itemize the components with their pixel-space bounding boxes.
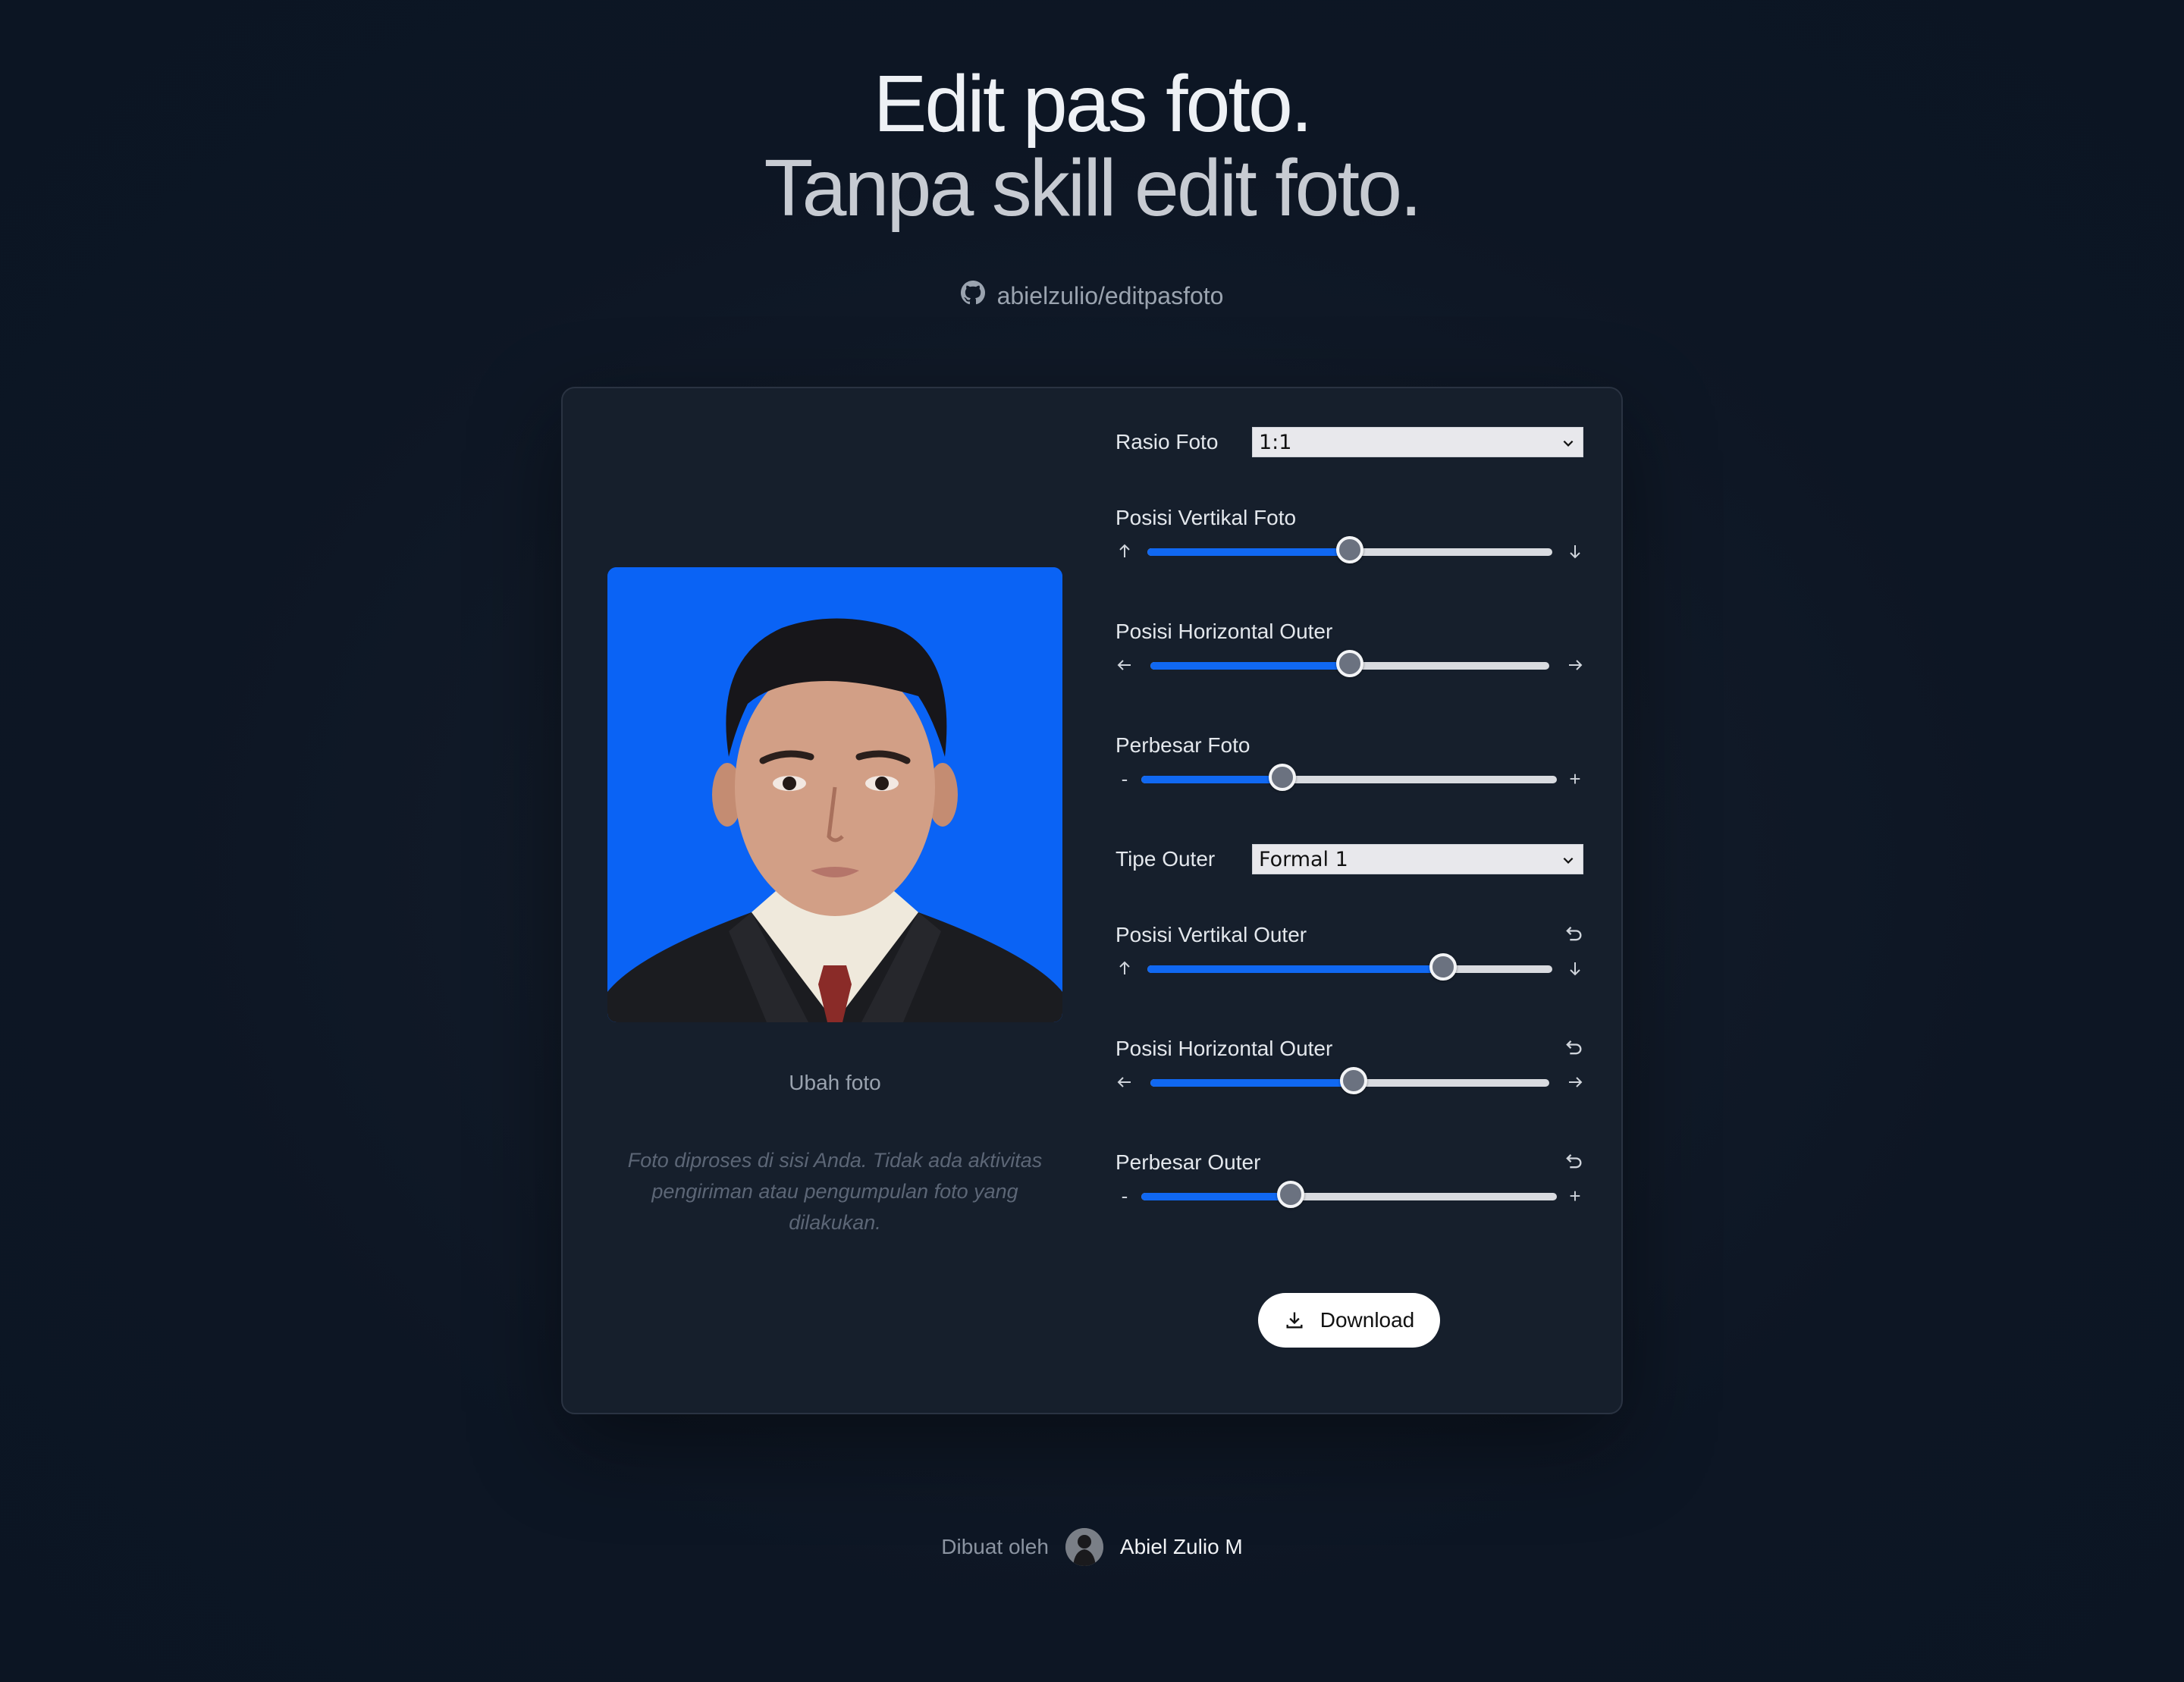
reset-icon[interactable] bbox=[1563, 1150, 1584, 1172]
outer-type-value: Formal 1 bbox=[1259, 847, 1348, 871]
arrow-down-icon bbox=[1566, 542, 1584, 560]
outer-vertical-fill bbox=[1147, 965, 1443, 973]
outer-horizontal-fill bbox=[1150, 1079, 1354, 1087]
ratio-label: Rasio Foto bbox=[1116, 430, 1219, 453]
avatar[interactable] bbox=[1065, 1528, 1103, 1566]
ratio-select[interactable]: 1:1 bbox=[1252, 427, 1583, 457]
outer-zoom-thumb[interactable] bbox=[1277, 1181, 1305, 1208]
minus-icon: - bbox=[1121, 1185, 1128, 1207]
outer-vertical-thumb[interactable] bbox=[1429, 953, 1457, 981]
author-link[interactable]: Abiel Zulio M bbox=[1120, 1535, 1243, 1559]
minus-icon: - bbox=[1121, 767, 1128, 790]
repo-label: abielzulio/editpasfoto bbox=[996, 281, 1224, 309]
hero-subtitle: Tanpa skill edit foto. bbox=[764, 143, 1423, 233]
repo-link[interactable]: abielzulio/editpasfoto bbox=[0, 281, 2184, 311]
photo-horizontal-fill bbox=[1150, 662, 1350, 670]
plus-icon: + bbox=[1569, 1185, 1581, 1207]
chevron-down-icon bbox=[1563, 857, 1574, 864]
download-button[interactable]: Download bbox=[1258, 1293, 1440, 1348]
photo-vertical-slider-block: Posisi Vertikal Foto bbox=[1116, 506, 1586, 574]
photo-zoom-slider-block: Perbesar Foto - + bbox=[1116, 733, 1586, 802]
photo-zoom-thumb[interactable] bbox=[1269, 764, 1297, 791]
photo-horizontal-label: Posisi Horizontal Outer bbox=[1116, 620, 1333, 643]
photo-preview bbox=[607, 567, 1062, 1022]
reset-icon[interactable] bbox=[1563, 923, 1584, 944]
hero-title: Edit pas foto. bbox=[873, 59, 1313, 149]
outer-vertical-slider[interactable] bbox=[1147, 953, 1552, 981]
outer-horizontal-slider-block: Posisi Horizontal Outer bbox=[1116, 1037, 1586, 1105]
photo-zoom-fill bbox=[1141, 776, 1283, 783]
download-icon bbox=[1286, 1312, 1303, 1329]
ratio-row: Rasio Foto 1:1 bbox=[1116, 427, 1586, 457]
arrow-right-icon bbox=[1566, 656, 1584, 674]
outer-type-row: Tipe Outer Formal 1 bbox=[1116, 844, 1586, 874]
outer-vertical-slider-block: Posisi Vertikal Outer bbox=[1116, 923, 1586, 991]
outer-horizontal-slider[interactable] bbox=[1150, 1067, 1549, 1094]
photo-vertical-thumb[interactable] bbox=[1336, 536, 1363, 563]
photo-zoom-slider[interactable] bbox=[1141, 764, 1557, 791]
arrow-down-icon bbox=[1566, 959, 1584, 978]
outer-type-label: Tipe Outer bbox=[1116, 847, 1216, 871]
download-label: Download bbox=[1320, 1308, 1415, 1332]
reset-icon[interactable] bbox=[1563, 1037, 1584, 1058]
photo-vertical-label: Posisi Vertikal Foto bbox=[1116, 506, 1297, 529]
arrow-up-icon bbox=[1116, 542, 1134, 560]
outer-zoom-slider[interactable] bbox=[1141, 1181, 1557, 1208]
photo-vertical-slider[interactable] bbox=[1147, 536, 1552, 563]
chevron-down-icon bbox=[1563, 440, 1574, 447]
photo-horizontal-slider[interactable] bbox=[1150, 650, 1549, 677]
arrow-left-icon bbox=[1116, 1073, 1134, 1091]
arrow-right-icon bbox=[1566, 1073, 1584, 1091]
change-photo-button[interactable]: Ubah foto bbox=[607, 1071, 1062, 1095]
arrow-up-icon bbox=[1116, 959, 1134, 978]
outer-type-select[interactable]: Formal 1 bbox=[1252, 844, 1583, 874]
github-icon bbox=[960, 281, 985, 311]
arrow-left-icon bbox=[1116, 656, 1134, 674]
outer-zoom-slider-block: Perbesar Outer - + bbox=[1116, 1150, 1586, 1219]
outer-zoom-label: Perbesar Outer bbox=[1116, 1150, 1261, 1174]
ratio-value: 1:1 bbox=[1259, 430, 1292, 454]
plus-icon: + bbox=[1569, 767, 1581, 790]
privacy-note: Foto diproses di sisi Anda. Tidak ada ak… bbox=[627, 1149, 1043, 1234]
outer-zoom-fill bbox=[1141, 1193, 1291, 1200]
outer-horizontal-thumb[interactable] bbox=[1340, 1067, 1368, 1094]
editor-card: Ubah foto Foto diproses di sisi Anda. Ti… bbox=[561, 387, 1623, 1414]
outer-horizontal-label: Posisi Horizontal Outer bbox=[1116, 1037, 1333, 1060]
footer: Dibuat oleh Abiel Zulio M bbox=[0, 1528, 2184, 1566]
hero-heading: Edit pas foto. Tanpa skill edit foto. bbox=[0, 62, 2184, 231]
photo-horizontal-slider-block: Posisi Horizontal Outer bbox=[1116, 620, 1586, 688]
made-by-label: Dibuat oleh bbox=[941, 1535, 1049, 1558]
outer-vertical-label: Posisi Vertikal Outer bbox=[1116, 923, 1307, 946]
photo-vertical-fill bbox=[1147, 548, 1350, 556]
photo-zoom-label: Perbesar Foto bbox=[1116, 733, 1250, 757]
photo-horizontal-thumb[interactable] bbox=[1336, 650, 1363, 677]
